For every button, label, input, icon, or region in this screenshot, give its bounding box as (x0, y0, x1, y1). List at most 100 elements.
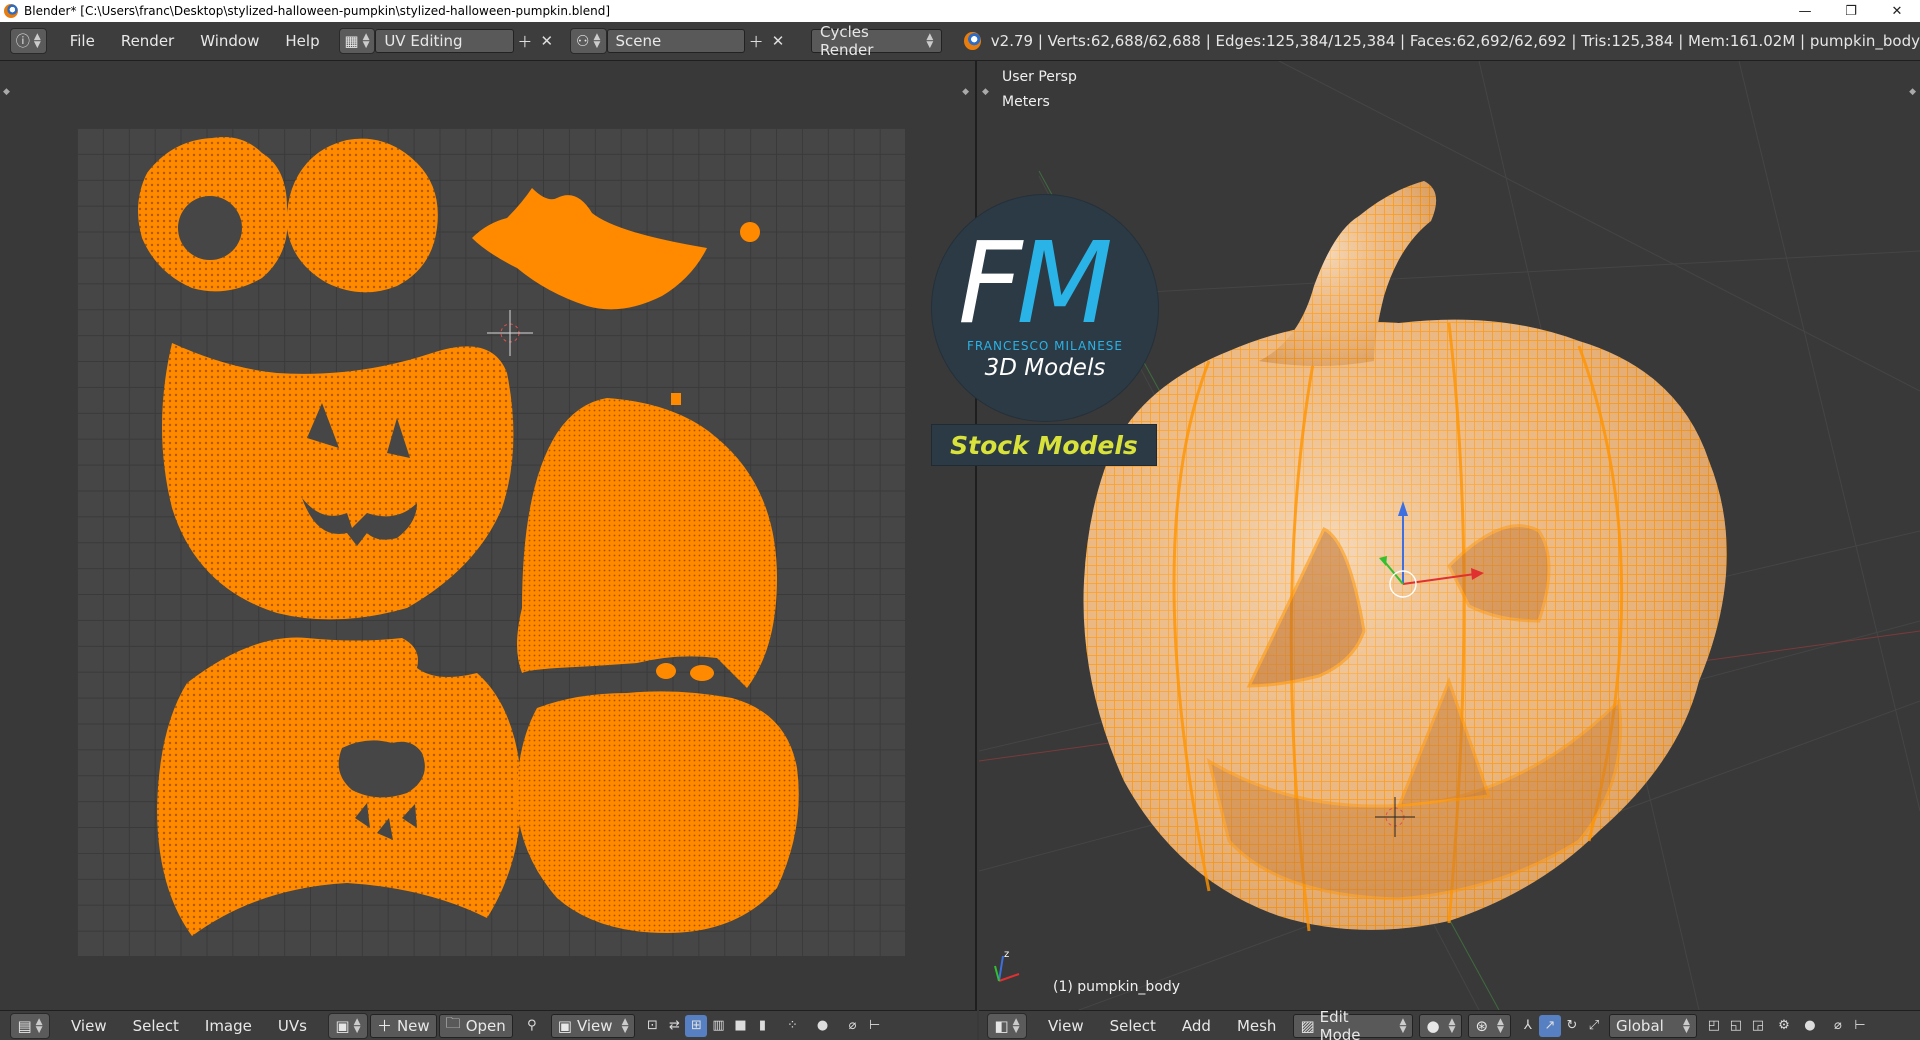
orientation-select[interactable]: Global ▲ ▼ (1608, 1013, 1697, 1038)
uv-editor-header: ▤ ▲ ▼ View Select Image UVs ▣ ▲ ▼ ＋ New 🗀 Open… (0, 1010, 977, 1040)
remove-screen-icon[interactable]: ✕ (536, 29, 558, 53)
rotate-icon[interactable]: ↻ (1561, 1015, 1583, 1037)
translate-icon[interactable]: ↗ (1538, 1014, 1561, 1037)
view-axis-icon: z (994, 949, 1020, 982)
uv-island-dot[interactable] (740, 222, 760, 242)
fm-subtitle: 3D Models (984, 355, 1106, 381)
proportional-edit-icon[interactable]: ● (811, 1015, 833, 1037)
snap-icon[interactable]: ⌀ (841, 1015, 863, 1037)
window-controls: — ❐ ✕ (1782, 0, 1920, 22)
region-expand-icon[interactable]: ◆ (962, 87, 969, 97)
window-title: Blender* [C:\Users\franc\Desktop\stylize… (24, 4, 610, 18)
3d-menu-add[interactable]: Add (1169, 1017, 1224, 1035)
menu-help[interactable]: Help (272, 32, 332, 50)
uv-grid[interactable] (77, 128, 905, 956)
view-mode-label: View (576, 1016, 613, 1035)
menu-render[interactable]: Render (108, 32, 187, 50)
editor-type-uv-button[interactable]: ▤ ▲ ▼ (10, 1012, 50, 1039)
uv-island-mouth[interactable] (157, 637, 522, 936)
blender-logo-icon (4, 4, 18, 18)
fm-logo: FM FRANCESCO MILANESE 3D Models (932, 195, 1158, 421)
solid-shading-icon: ● (1426, 1016, 1440, 1035)
open-image-button[interactable]: 🗀 Open (438, 1013, 513, 1038)
uv-menu-view[interactable]: View (58, 1017, 120, 1035)
uv-2d-cursor-icon[interactable] (487, 310, 533, 356)
new-image-button[interactable]: ＋ New (369, 1013, 437, 1038)
updown-icon: ▲ ▼ (1399, 1016, 1407, 1035)
3d-menu-select[interactable]: Select (1097, 1017, 1169, 1035)
snap-element-icon[interactable]: ⊢ (1849, 1015, 1871, 1037)
active-object-label: (1) pumpkin_body (1053, 979, 1181, 995)
restore-icon[interactable]: ❐ (1828, 0, 1874, 22)
view-mode-icon: ▣ (557, 1016, 572, 1035)
uv-menu-image[interactable]: Image (192, 1017, 265, 1035)
face-select-icon[interactable]: ■ (729, 1015, 751, 1037)
edge-select-icon[interactable]: ◱ (1725, 1015, 1747, 1037)
editor-type-info-button[interactable]: ⓘ ▲ ▼ (10, 28, 47, 54)
layout-grid-icon: ▦ (344, 32, 359, 50)
svg-text:z: z (1004, 949, 1009, 960)
fm-letter-m: M (1016, 219, 1113, 349)
uv-island-ring[interactable] (138, 137, 288, 292)
uv-island-back[interactable] (517, 393, 777, 688)
updown-icon: ▲ ▼ (33, 32, 41, 50)
island-select-icon[interactable]: ▮ (751, 1015, 773, 1037)
mode-select[interactable]: ▨ Edit Mode ▲ ▼ (1293, 1008, 1414, 1040)
menu-file[interactable]: File (57, 32, 108, 50)
minimize-icon[interactable]: — (1782, 0, 1828, 22)
add-scene-icon[interactable]: ＋ (745, 29, 767, 53)
region-expand-icon[interactable]: ◆ (3, 87, 10, 97)
snap-icon[interactable]: ⌀ (1827, 1015, 1849, 1037)
pumpkin-mesh[interactable] (1083, 181, 1727, 932)
vertex-select-icon[interactable]: ◰ (1703, 1015, 1725, 1037)
pin-icon[interactable]: ⚲ (521, 1015, 543, 1037)
scene-field[interactable]: Scene (606, 29, 746, 53)
3d-viewport[interactable]: ◆ ◆ User Persp Meters z (1) pumpkin_body (979, 61, 1920, 1010)
view-mode-select[interactable]: ▣ View ▲ ▼ (550, 1013, 636, 1038)
pivot-icon[interactable]: ⊡ (641, 1015, 663, 1037)
remove-scene-icon[interactable]: ✕ (767, 29, 789, 53)
fm-name: FRANCESCO MILANESE (967, 339, 1123, 353)
screen-layout-field[interactable]: UV Editing (375, 29, 514, 53)
screen-layout-browse-button[interactable]: ▦ ▲ ▼ (338, 28, 376, 54)
scene-stats: v2.79 | Verts:62,688/62,688 | Edges:125,… (990, 32, 1920, 50)
blender-logo-icon (964, 32, 981, 50)
scene-browse-button[interactable]: ⚇ ▲ ▼ (569, 28, 607, 54)
pivot-select[interactable]: ⊛ ▲ ▼ (1468, 1013, 1511, 1038)
edge-select-icon[interactable]: ▥ (707, 1015, 729, 1037)
menu-window[interactable]: Window (187, 32, 272, 50)
scale-icon[interactable]: ⤢ (1583, 1015, 1605, 1037)
fm-letter-f: F (958, 219, 1022, 349)
manipulator-icon[interactable]: ⅄ (1517, 1015, 1539, 1037)
uv-island-dot[interactable] (656, 663, 676, 679)
render-engine-select[interactable]: Cycles Render ▲ ▼ (811, 23, 943, 59)
window-titlebar: Blender* [C:\Users\franc\Desktop\stylize… (0, 0, 1920, 22)
vertex-select-icon[interactable]: ⊞ (685, 1014, 708, 1037)
uv-island-face[interactable] (162, 343, 514, 620)
uv-image-editor[interactable]: ◆ ◆ (0, 61, 977, 1010)
3d-menu-view[interactable]: View (1035, 1017, 1097, 1035)
uv-island-dot[interactable] (690, 665, 714, 681)
snap-element-icon[interactable]: ⊢ (863, 1015, 885, 1037)
updown-icon: ▲ ▼ (1683, 1016, 1690, 1035)
face-select-icon[interactable]: ◲ (1747, 1015, 1769, 1037)
updown-icon: ▲ ▼ (593, 32, 601, 50)
uv-island-stem-cap[interactable] (472, 188, 707, 310)
occlude-geometry-icon[interactable]: ⚙ (1773, 1015, 1795, 1037)
3d-menu-mesh[interactable]: Mesh (1224, 1017, 1290, 1035)
sync-selection-icon[interactable]: ⇄ (663, 1015, 685, 1037)
proportional-edit-icon[interactable]: ● (1799, 1015, 1821, 1037)
uv-island-bottom[interactable] (516, 691, 799, 933)
image-editor-icon: ▤ (17, 1016, 32, 1035)
image-browse-button[interactable]: ▣ ▲ ▼ (327, 1012, 368, 1039)
scene-name: Scene (615, 32, 662, 50)
uv-island-disc[interactable] (286, 138, 438, 293)
add-screen-icon[interactable]: ＋ (514, 29, 536, 53)
uv-menu-uvs[interactable]: UVs (265, 1017, 320, 1035)
close-icon[interactable]: ✕ (1874, 0, 1920, 22)
shading-select[interactable]: ● ▲ ▼ (1419, 1013, 1463, 1038)
editor-type-3d-button[interactable]: ◧ ▲ ▼ (987, 1012, 1027, 1039)
uv-menu-select[interactable]: Select (120, 1017, 192, 1035)
sticky-select-icon[interactable]: ⁘ (781, 1015, 803, 1037)
updown-icon: ▲ ▼ (362, 32, 370, 50)
